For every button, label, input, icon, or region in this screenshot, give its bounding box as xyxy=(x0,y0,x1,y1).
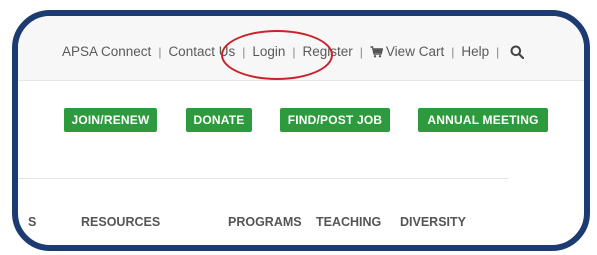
annual-meeting-button[interactable]: ANNUAL MEETING xyxy=(418,108,548,132)
nav-item-partial[interactable]: S xyxy=(28,215,36,229)
view-cart-label: View Cart xyxy=(385,44,445,59)
shopping-cart-icon xyxy=(370,46,383,58)
nav-item-resources[interactable]: RESOURCES xyxy=(81,215,160,229)
separator: | xyxy=(359,44,363,59)
nav-item-diversity[interactable]: DIVERSITY xyxy=(400,215,466,229)
apsa-connect-link[interactable]: APSA Connect xyxy=(62,44,151,59)
view-cart-link[interactable]: View Cart xyxy=(370,44,444,59)
utility-bar: APSA Connect | Contact Us | Login | Regi… xyxy=(18,16,584,81)
help-link[interactable]: Help xyxy=(461,44,489,59)
find-post-job-button[interactable]: FIND/POST JOB xyxy=(280,108,390,132)
separator: | xyxy=(451,44,455,59)
search-icon[interactable] xyxy=(510,45,525,59)
screenshot-frame: APSA Connect | Contact Us | Login | Regi… xyxy=(12,10,590,251)
login-highlight-circle xyxy=(221,30,333,80)
join-renew-button[interactable]: JOIN/RENEW xyxy=(64,108,157,132)
nav-item-programs[interactable]: PROGRAMS xyxy=(228,215,302,229)
separator: | xyxy=(158,44,162,59)
donate-button[interactable]: DONATE xyxy=(186,108,252,132)
header-divider xyxy=(18,178,508,179)
nav-item-teaching[interactable]: TEACHING xyxy=(316,215,381,229)
separator: | xyxy=(496,44,500,59)
